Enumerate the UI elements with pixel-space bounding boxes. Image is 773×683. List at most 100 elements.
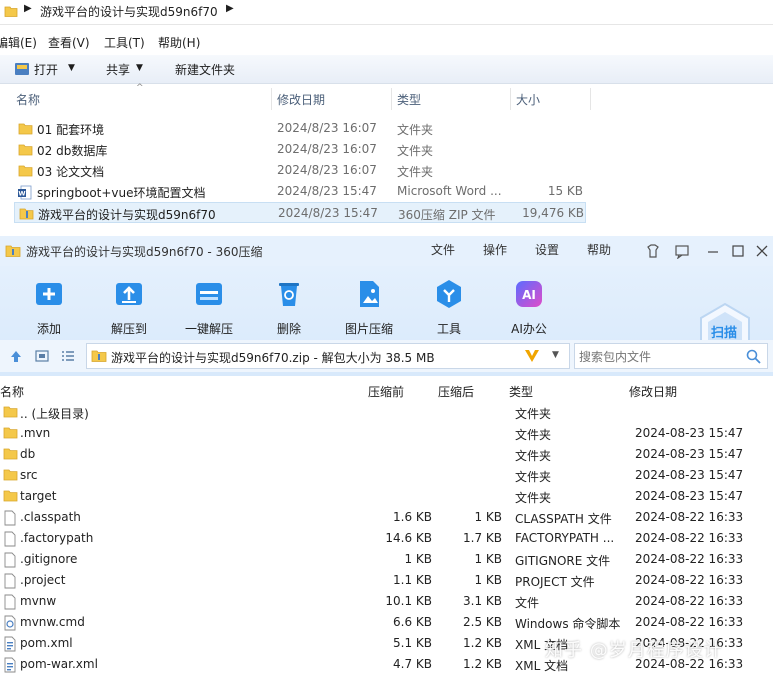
menu-operate[interactable]: 操作	[483, 241, 507, 258]
item-size: 6.6 KB	[393, 615, 432, 629]
file-type: Microsoft Word ...	[397, 184, 502, 198]
feedback-icon[interactable]	[674, 243, 690, 259]
item-date: 2024-08-22 16:33	[635, 615, 744, 629]
item-type: 文件夹	[515, 470, 552, 484]
item-name: pom-war.xml	[20, 657, 98, 671]
item-compressed-size: 1 KB	[474, 510, 502, 524]
col-name[interactable]: 名称	[0, 383, 24, 400]
folder-icon	[3, 489, 18, 506]
search-icon[interactable]	[746, 349, 761, 364]
archive-row[interactable]: .. (上级目录) 文件夹	[0, 402, 773, 423]
search-input[interactable]	[577, 346, 741, 368]
menu-view[interactable]: 查看(V)	[48, 34, 90, 51]
item-type: 文件夹	[515, 449, 552, 463]
col-type[interactable]: 类型	[509, 383, 533, 400]
menu-file[interactable]: 文件	[431, 241, 455, 258]
skin-icon[interactable]	[645, 243, 661, 259]
col-type[interactable]: 类型	[397, 91, 421, 108]
up-arrow-icon[interactable]	[9, 349, 23, 363]
one-click-extract-icon	[196, 283, 222, 305]
col-name[interactable]: 名称	[16, 91, 40, 108]
col-uncompressed[interactable]: 压缩前	[368, 383, 404, 400]
close-icon[interactable]	[754, 243, 770, 259]
maximize-icon[interactable]	[730, 243, 746, 259]
item-compressed-size: 1 KB	[474, 552, 502, 566]
cmd-script-icon	[3, 615, 17, 634]
file-row[interactable]: 游戏平台的设计与实现d59n6f70 2024/8/23 15:47 360压缩 Z…	[14, 202, 586, 223]
item-date: 2024-08-23 15:47	[635, 489, 744, 503]
item-compressed-size: 1 KB	[474, 573, 502, 587]
file-row[interactable]: Wspringboot+vue环境配置文档 2024/8/23 15:47 Micr…	[14, 181, 586, 202]
col-size[interactable]: 大小	[516, 91, 540, 108]
item-name: src	[20, 468, 38, 482]
command-bar: 打开 ▼ 共享 ▼ 新建文件夹	[0, 55, 773, 84]
file-name: 游戏平台的设计与实现d59n6f70	[38, 208, 216, 222]
file-row[interactable]: 01 配套环境 2024/8/23 16:07 文件夹	[14, 118, 586, 139]
item-date: 2024-08-22 16:33	[635, 510, 744, 524]
chevron-down-icon[interactable]: ▼	[552, 350, 559, 360]
archive-row[interactable]: .project 1.1 KB 1 KB PROJECT 文件 2024-08-22 1…	[0, 570, 773, 591]
menu-settings[interactable]: 设置	[535, 241, 559, 258]
file-date: 2024/8/23 16:07	[277, 163, 377, 177]
col-date[interactable]: 修改日期	[629, 383, 677, 400]
address-bar[interactable]: ▶ 游戏平台的设计与实现d59n6f70 ▶	[0, 0, 773, 25]
ai-icon: AI	[516, 281, 542, 307]
folder-icon	[3, 447, 18, 464]
thumbnail-view-icon[interactable]	[35, 349, 49, 363]
file-row[interactable]: 02 db数据库 2024/8/23 16:07 文件夹	[14, 139, 586, 160]
menu-help[interactable]: 帮助(H)	[158, 34, 200, 51]
image-compress-icon	[360, 281, 379, 307]
xml-file-icon	[3, 657, 17, 676]
archive-row[interactable]: src 文件夹 2024-08-23 15:47	[0, 465, 773, 486]
file-icon	[3, 552, 17, 571]
search-box	[574, 343, 768, 369]
chevron-down-icon[interactable]: ▼	[136, 63, 143, 73]
archive-row[interactable]: db 文件夹 2024-08-23 15:47	[0, 444, 773, 465]
minimize-icon[interactable]	[705, 243, 721, 259]
item-type: PROJECT 文件	[515, 575, 595, 589]
archive-row[interactable]: .classpath 1.6 KB 1 KB CLASSPATH 文件 2024-08-…	[0, 507, 773, 528]
breadcrumb-current[interactable]: 游戏平台的设计与实现d59n6f70	[40, 3, 218, 20]
zip-column-header: 名称 压缩前 压缩后 类型 修改日期	[0, 380, 773, 402]
col-compressed[interactable]: 压缩后	[438, 383, 474, 400]
archive-row[interactable]: .gitignore 1 KB 1 KB GITIGNORE 文件 2024-08-22…	[0, 549, 773, 570]
file-size: 15 KB	[547, 184, 583, 198]
menu-tools[interactable]: 工具(T)	[104, 34, 145, 51]
menu-edit[interactable]: 编辑(E)	[0, 34, 37, 51]
item-size: 5.1 KB	[393, 636, 432, 650]
archive-path-field[interactable]: 游戏平台的设计与实现d59n6f70.zip - 解包大小为 38.5 MB ▼	[86, 343, 570, 369]
tools-icon	[437, 280, 461, 308]
share-button[interactable]: 共享	[106, 61, 130, 78]
xml-file-icon	[3, 636, 17, 655]
item-size: 4.7 KB	[393, 657, 432, 671]
archive-row[interactable]: .factorypath 14.6 KB 1.7 KB FACTORYPATH ...…	[0, 528, 773, 549]
extract-icon	[116, 283, 142, 305]
archive-row[interactable]: target 文件夹 2024-08-23 15:47	[0, 486, 773, 507]
archive-row[interactable]: .mvn 文件夹 2024-08-23 15:47	[0, 423, 773, 444]
archive-row[interactable]: mvnw 10.1 KB 3.1 KB 文件 2024-08-22 16:33	[0, 591, 773, 612]
item-size: 14.6 KB	[385, 531, 432, 545]
col-date[interactable]: 修改日期	[277, 91, 325, 108]
item-size: 1.6 KB	[393, 510, 432, 524]
chevron-down-icon[interactable]: ▼	[68, 63, 75, 73]
open-button[interactable]: 打开	[34, 61, 58, 78]
folder-icon	[3, 405, 18, 422]
new-folder-button[interactable]: 新建文件夹	[175, 61, 235, 78]
item-name: pom.xml	[20, 636, 73, 650]
file-row[interactable]: 03 论文文档 2024/8/23 16:07 文件夹	[14, 160, 586, 181]
archive-row[interactable]: mvnw.cmd 6.6 KB 2.5 KB Windows 命令脚本 2024-08-…	[0, 612, 773, 633]
zip-app-icon	[5, 245, 21, 257]
item-date: 2024-08-22 16:33	[635, 531, 744, 545]
file-date: 2024/8/23 15:47	[277, 184, 377, 198]
list-view-icon[interactable]	[61, 349, 75, 363]
folder-icon	[4, 6, 18, 17]
svg-text:AI: AI	[522, 288, 536, 302]
chevron-right-icon[interactable]: ▶	[226, 3, 234, 14]
zip-file-icon	[91, 350, 107, 362]
chevron-right-icon[interactable]: ▶	[24, 3, 32, 14]
file-date: 2024/8/23 15:47	[278, 206, 378, 220]
menu-help[interactable]: 帮助	[587, 241, 611, 258]
file-type: 360压缩 ZIP 文件	[398, 208, 496, 222]
file-icon	[3, 510, 17, 529]
item-compressed-size: 1.2 KB	[463, 636, 502, 650]
